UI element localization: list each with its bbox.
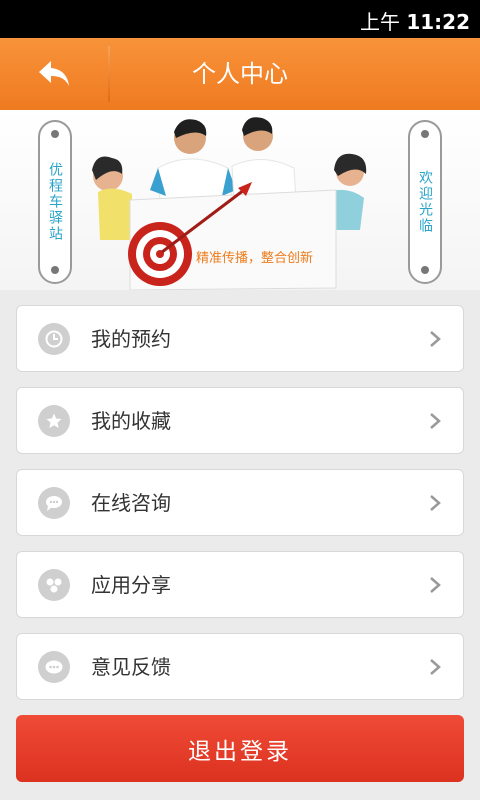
feedback-icon [38, 651, 70, 683]
clock-icon [38, 323, 70, 355]
star-icon [38, 405, 70, 437]
menu-item-label: 我的预约 [91, 327, 171, 351]
back-button[interactable] [0, 38, 108, 110]
banner-tag-right: 欢迎光临 [408, 120, 442, 284]
status-bar: 上午 11:22 [0, 0, 480, 38]
promo-banner: 优程车驿站 欢迎光临 精准传播，整合创新 [0, 110, 480, 290]
menu-item-label: 应用分享 [91, 573, 171, 597]
chevron-right-icon [430, 413, 441, 429]
share-icon [38, 569, 70, 601]
banner-tag-right-text: 欢迎光临 [417, 170, 433, 234]
chevron-right-icon [430, 331, 441, 347]
chevron-right-icon [430, 659, 441, 675]
chat-icon [38, 487, 70, 519]
status-time: 11:22 [406, 10, 470, 34]
chevron-right-icon [430, 495, 441, 511]
page-title: 个人中心 [192, 60, 288, 88]
menu-item-feedback[interactable]: 意见反馈 [16, 633, 464, 700]
menu-item-appointments[interactable]: 我的预约 [16, 305, 464, 372]
menu-item-consult[interactable]: 在线咨询 [16, 469, 464, 536]
logout-button[interactable]: 退出登录 [16, 715, 464, 782]
status-ampm: 上午 [359, 10, 400, 34]
menu-item-label: 意见反馈 [91, 655, 171, 679]
menu-item-label: 我的收藏 [91, 409, 171, 433]
banner-tag-left: 优程车驿站 [38, 120, 72, 284]
banner-tag-left-text: 优程车驿站 [47, 162, 63, 242]
status-clock: 上午 11:22 [360, 6, 470, 35]
chevron-right-icon [430, 577, 441, 593]
banner-slogan: 精准传播，整合创新 [196, 251, 314, 266]
menu-item-favorites[interactable]: 我的收藏 [16, 387, 464, 454]
menu-item-label: 在线咨询 [91, 491, 171, 515]
menu-item-share[interactable]: 应用分享 [16, 551, 464, 618]
back-arrow-icon [39, 61, 69, 86]
app-header: 个人中心 [0, 38, 480, 110]
